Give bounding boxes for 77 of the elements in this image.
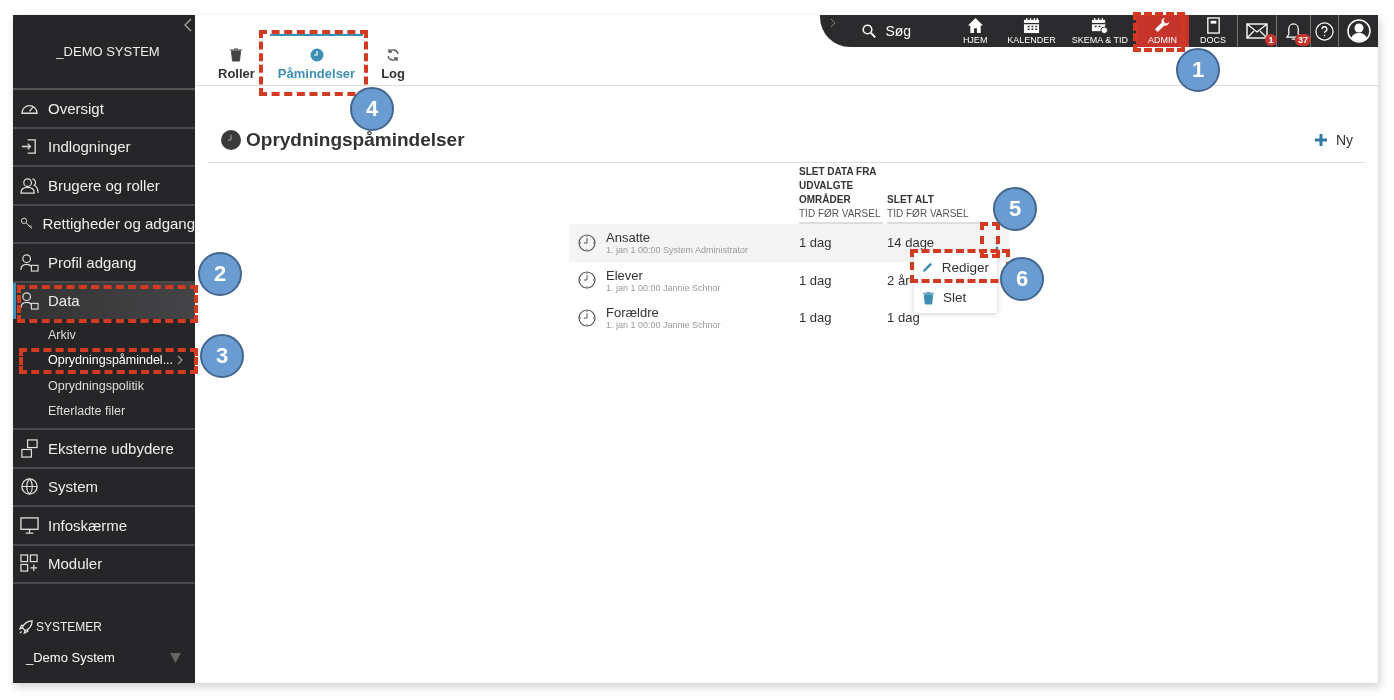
help-icon[interactable] xyxy=(1315,21,1334,41)
nav-item[interactable]: DOCS xyxy=(1189,15,1237,47)
rocket-icon xyxy=(19,620,33,634)
sidebar-item[interactable]: System xyxy=(13,468,195,507)
callout-frame xyxy=(1133,12,1185,52)
notification-badge: 37 xyxy=(1295,34,1311,46)
search-icon xyxy=(862,24,877,38)
clock-icon xyxy=(578,271,596,290)
menu-item[interactable]: Slet xyxy=(919,284,992,311)
new-button[interactable]: Ny xyxy=(1308,130,1365,149)
clock-icon xyxy=(221,129,241,150)
clock-icon xyxy=(578,233,596,252)
trash-icon xyxy=(229,48,244,62)
table-cell: 1 dag xyxy=(799,310,832,326)
modules-icon xyxy=(20,554,39,574)
chevron-right-icon xyxy=(177,355,184,366)
table-cell: 14 dage xyxy=(887,235,935,251)
column-header: SLET DATA FRA UDVALGTE OMRÅDER xyxy=(799,165,878,207)
sidebar-item[interactable]: Oversigt xyxy=(13,90,195,129)
sidebar-item[interactable]: Infoskærme xyxy=(13,507,195,546)
sidebar-item[interactable]: Indlogninger xyxy=(13,128,195,167)
user-lock-icon xyxy=(20,291,39,311)
submenu-item[interactable]: Arkiv xyxy=(13,322,195,348)
nav-item[interactable]: KALENDER xyxy=(999,15,1064,47)
mail-button[interactable]: 1 xyxy=(1238,15,1276,47)
book-icon xyxy=(1204,17,1222,34)
table-cell: 1 dag xyxy=(799,272,832,288)
sidebar-item[interactable]: Rettigheder og adgang xyxy=(13,205,195,244)
user-lock-icon xyxy=(20,252,39,272)
page-title: Oprydningspåmindelser xyxy=(246,128,465,151)
submenu-item[interactable]: Efterladte filer xyxy=(13,398,195,424)
trash-icon xyxy=(922,290,935,305)
row-meta: 1. jan 1 00:00 System Administrator xyxy=(606,245,749,256)
monitor-icon xyxy=(20,515,39,535)
computer-icon xyxy=(20,438,39,458)
column-subheader: TID FØR VARSEL xyxy=(887,207,970,221)
collapse-chevron-icon[interactable] xyxy=(184,18,192,32)
submenu-item[interactable]: Oprydningspåmindel... xyxy=(13,347,195,373)
table-cell: 1 dag xyxy=(799,235,832,251)
sidebar-item[interactable]: Eksterne udbydere xyxy=(13,430,195,469)
tab[interactable]: Roller xyxy=(214,34,259,85)
avatar-icon[interactable] xyxy=(1347,19,1371,43)
system-dropdown[interactable]: _Demo System xyxy=(13,650,195,665)
section-title: SYSTEMER xyxy=(36,620,102,634)
column-subheader: TID FØR VARSEL xyxy=(799,207,882,221)
globe-icon xyxy=(20,477,39,497)
row-name: Forældre xyxy=(606,305,660,321)
home-icon xyxy=(966,17,984,34)
submenu-item[interactable]: Oprydningspolitik xyxy=(13,373,195,399)
row-meta: 1. jan 1 00:00 Jannie Schnor xyxy=(606,282,721,293)
row-meta: 1. jan 1 00:00 Jannie Schnor xyxy=(606,320,721,331)
chevron-right-icon[interactable] xyxy=(830,18,837,28)
tab[interactable]: Påmindelser xyxy=(269,34,364,85)
tab[interactable]: Log xyxy=(377,34,409,85)
nav-item[interactable]: SKEMA & TID xyxy=(1063,15,1136,47)
wrench-icon xyxy=(1154,17,1171,34)
nav-item[interactable]: HJEM xyxy=(951,15,1000,47)
plus-icon xyxy=(1314,133,1327,146)
system-title: _DEMO SYSTEM xyxy=(55,44,160,59)
row-name: Elever xyxy=(606,267,644,283)
clock-icon xyxy=(578,308,596,327)
clock-icon xyxy=(309,48,324,62)
table-cell: 1 dag xyxy=(887,310,920,326)
table-row[interactable]: Ansatte 1. jan 1 00:00 System Administrator 1 dag 14 dage xyxy=(569,224,1009,262)
users-icon xyxy=(20,175,39,195)
search-button[interactable]: Søg xyxy=(862,23,912,39)
sidebar-item[interactable]: Moduler xyxy=(13,545,195,584)
table-cell: 2 år xyxy=(887,272,910,288)
login-icon xyxy=(20,137,39,157)
dropdown-triangle-icon xyxy=(170,652,181,663)
refresh-icon xyxy=(386,48,401,62)
envelope-icon xyxy=(1246,23,1268,39)
row-name: Ansatte xyxy=(606,230,652,246)
sidebar-item[interactable]: Brugere og roller xyxy=(13,167,195,206)
column-header: SLET ALT xyxy=(887,193,935,207)
unread-badge: 1 xyxy=(1265,34,1277,46)
pencil-icon xyxy=(922,260,934,274)
